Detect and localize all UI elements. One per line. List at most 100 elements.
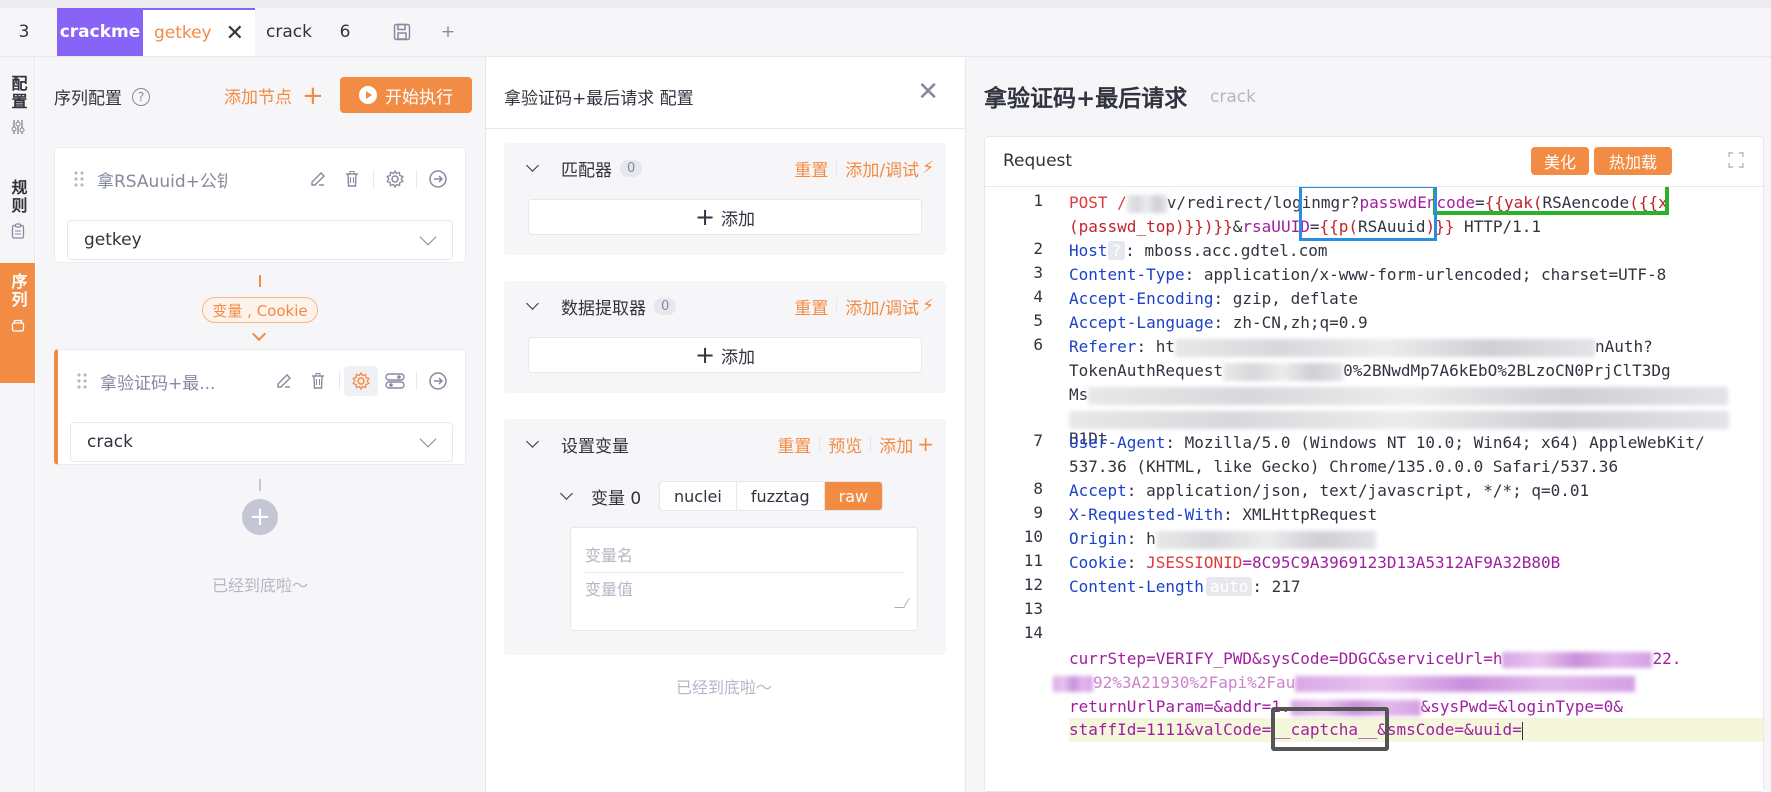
arrow-right-circle-icon[interactable] [421, 164, 455, 194]
code-line: Referer: ht nAuth? [1069, 337, 1653, 357]
tab-getkey-label: getkey [153, 23, 212, 43]
sidebar-item-sequence[interactable]: 序列 [0, 263, 35, 383]
panel-title: 拿验证码+最后请求 配置 [504, 89, 694, 109]
delete-icon[interactable] [335, 164, 369, 194]
add-extractor-button[interactable]: + 添加 [528, 337, 922, 373]
tab-6[interactable]: 6 [321, 8, 369, 56]
divider [416, 170, 417, 188]
node-source-select[interactable]: crack [70, 422, 453, 462]
drag-handle-icon[interactable] [76, 372, 88, 390]
delete-icon[interactable] [301, 366, 335, 396]
chevron-down-icon[interactable] [526, 158, 539, 172]
gear-icon[interactable] [378, 164, 412, 194]
sidebar-item-config[interactable]: 配置 [0, 65, 35, 153]
help-icon[interactable]: ? [132, 87, 150, 106]
tab-3[interactable]: 3 [0, 8, 48, 56]
gear-icon[interactable] [344, 366, 378, 396]
line-number: 13 [1023, 599, 1043, 618]
code-line: Cookie: JSESSIONID=8C95C9A3969123D13A531… [1069, 553, 1561, 572]
redacted-region [1155, 530, 1376, 549]
close-icon[interactable]: ✕ [917, 77, 939, 107]
edit-icon[interactable] [267, 366, 301, 396]
divider [585, 572, 905, 573]
divider [486, 128, 965, 129]
node-select-value: getkey [84, 230, 142, 250]
tab-getkey[interactable]: getkey ✕ [143, 8, 255, 56]
node-source-select[interactable]: getkey [67, 220, 453, 260]
code-line: Host?: mboss.acc.gdtel.com [1069, 241, 1328, 260]
edit-icon[interactable] [301, 164, 335, 194]
request-card: Request 美化 热加载 1 2 3 4 5 6 7 8 9 10 11 1… [984, 136, 1764, 792]
connector-line [259, 275, 261, 287]
add-node-circle-button[interactable]: + [242, 499, 278, 535]
resize-handle-icon[interactable] [894, 598, 910, 608]
section-title: 设置变量 [561, 436, 629, 457]
plus-icon: + [694, 341, 716, 369]
sidebar-item-label: 序列 [8, 273, 28, 309]
start-run-label: 开始执行 [385, 87, 453, 108]
chevron-down-icon[interactable] [526, 434, 539, 448]
panel-title-text: 序列配置 [54, 89, 122, 109]
code-line: TokenAuthRequest 0%2BNwdMp7A6kEbO%2BLzoCN… [1069, 361, 1671, 381]
request-panel: 拿验证码+最后请求 crack Request 美化 热加载 1 2 3 4 5… [966, 57, 1771, 792]
variable-name-input[interactable]: 变量名 [585, 542, 633, 566]
divider [339, 372, 340, 390]
redacted-region [1088, 386, 1729, 405]
reset-button[interactable]: 重置 [794, 156, 828, 181]
close-icon[interactable]: ✕ [226, 21, 244, 46]
count-badge: 0 [620, 159, 643, 177]
line-number: 9 [1033, 503, 1043, 522]
variable-value-input[interactable]: 变量值 [585, 576, 633, 600]
mode-raw[interactable]: raw [824, 482, 883, 510]
reset-button[interactable]: 重置 [777, 432, 811, 457]
mode-nuclei[interactable]: nuclei [660, 482, 737, 510]
save-icon[interactable] [385, 8, 419, 56]
arrow-right-circle-icon[interactable] [421, 366, 455, 396]
line-number: 11 [1023, 551, 1043, 570]
node-name: 拿RSAuuid+公钥 [97, 171, 227, 192]
divider [836, 298, 838, 314]
add-tab-icon[interactable]: + [431, 8, 465, 56]
code-line: 537.36 (KHTML, like Gecko) Chrome/135.0.… [1069, 457, 1619, 476]
add-debug-button[interactable]: 添加/调试 [845, 294, 919, 319]
chevron-down-icon [419, 228, 437, 246]
code-line: currStep=VERIFY_PWD&sysCode=DDGC&service… [1069, 649, 1682, 668]
drag-handle-icon[interactable] [73, 170, 85, 188]
add-debug-button[interactable]: 添加/调试 [845, 156, 919, 181]
preview-button[interactable]: 预览 [828, 432, 862, 457]
hotload-button[interactable]: 热加载 [1594, 147, 1672, 175]
chevron-down-icon [419, 430, 437, 448]
start-run-button[interactable]: 开始执行 [340, 77, 472, 113]
mode-fuzztag[interactable]: fuzztag [737, 482, 825, 510]
code-line: Accept-Encoding: gzip, deflate [1069, 289, 1358, 308]
add-variable-button[interactable]: 添加 [879, 432, 913, 457]
tab-crack[interactable]: crack [257, 8, 321, 56]
connector-line [259, 479, 261, 491]
annotation-box-blue [1299, 187, 1437, 241]
expand-icon[interactable] [1727, 151, 1745, 169]
line-number: 2 [1033, 239, 1043, 258]
add-node-button[interactable]: 添加节点 + [224, 83, 324, 109]
redacted-region [1174, 338, 1595, 357]
toggle-icon[interactable] [378, 366, 412, 396]
variable-mode-selector[interactable]: nuclei fuzztag raw [659, 481, 884, 511]
add-label: 添加 [721, 347, 756, 368]
line-number: 5 [1033, 311, 1043, 330]
code-line: returnUrlParam=&addr=1. &sysPwd=&loginTyp… [1069, 697, 1623, 716]
chevron-down-icon[interactable] [526, 296, 539, 310]
code-line: Accept-Language: zh-CN,zh;q=0.9 [1069, 313, 1368, 332]
play-icon [359, 86, 377, 104]
chevron-down-icon[interactable] [560, 486, 573, 500]
tab-crackme[interactable]: crackme [57, 8, 143, 56]
redacted-region [1223, 362, 1344, 381]
request-editor[interactable]: 1 2 3 4 5 6 7 8 9 10 11 12 13 14 POST / v… [985, 187, 1763, 791]
add-matcher-button[interactable]: + 添加 [528, 199, 922, 235]
divider [416, 372, 417, 390]
reset-button[interactable]: 重置 [794, 294, 828, 319]
variable-cookie-tag: 变量 , Cookie [202, 297, 318, 323]
matcher-section: 匹配器 0 重置 添加/调试 ⚡ + 添加 [504, 143, 946, 255]
sidebar-item-label: 配置 [8, 75, 28, 111]
line-number: 8 [1033, 479, 1043, 498]
beautify-button[interactable]: 美化 [1531, 147, 1589, 175]
add-node-label: 添加节点 [224, 88, 292, 108]
